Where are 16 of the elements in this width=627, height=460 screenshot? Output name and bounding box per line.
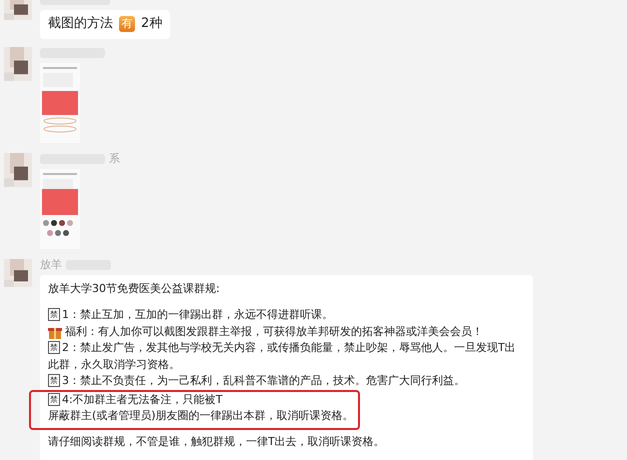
- message-text: 截图的方法: [48, 16, 113, 32]
- emoji-icon: 有: [119, 16, 135, 32]
- sender-name: 系: [109, 152, 120, 164]
- rule-text: 禁 3：禁止不负责任，为一己私利，乱科普不靠谱的产品，技术。危害广大同行利益。: [48, 373, 466, 389]
- avatar[interactable]: [4, 0, 32, 20]
- message-text: 请仔细阅读群规，不管是谁，触犯群规，一律T出去，取消听课资格。: [48, 434, 386, 450]
- avatar[interactable]: [4, 46, 32, 80]
- message-text: 2种: [141, 16, 162, 32]
- rule-text: 禁 4:不加群主者无法备注，只能被T 屏蔽群主(或者管理员)朋友圈的一律踢出本群，取消听课资格。: [48, 392, 355, 424]
- sender-name: 放羊: [40, 258, 62, 270]
- rule-text: 福利：有人加你可以截图发跟群主举报，可获得放羊邦研发的拓客神器或洋美会会员！: [65, 324, 483, 340]
- rule-text: 禁 2：禁止发广告，发其他与学校无关内容，或传播负能量，禁止吵架，辱骂他人。一旦发现T出此群，永久取消学习资格。: [48, 340, 517, 372]
- avatar[interactable]: [4, 258, 32, 286]
- message-title: 放羊大学30节免费医美公益课群规:: [48, 280, 221, 296]
- avatar[interactable]: [4, 152, 32, 186]
- rule-text: 禁 1：禁止互加，互加的一律踢出群，永远不得进群听课。: [48, 307, 334, 323]
